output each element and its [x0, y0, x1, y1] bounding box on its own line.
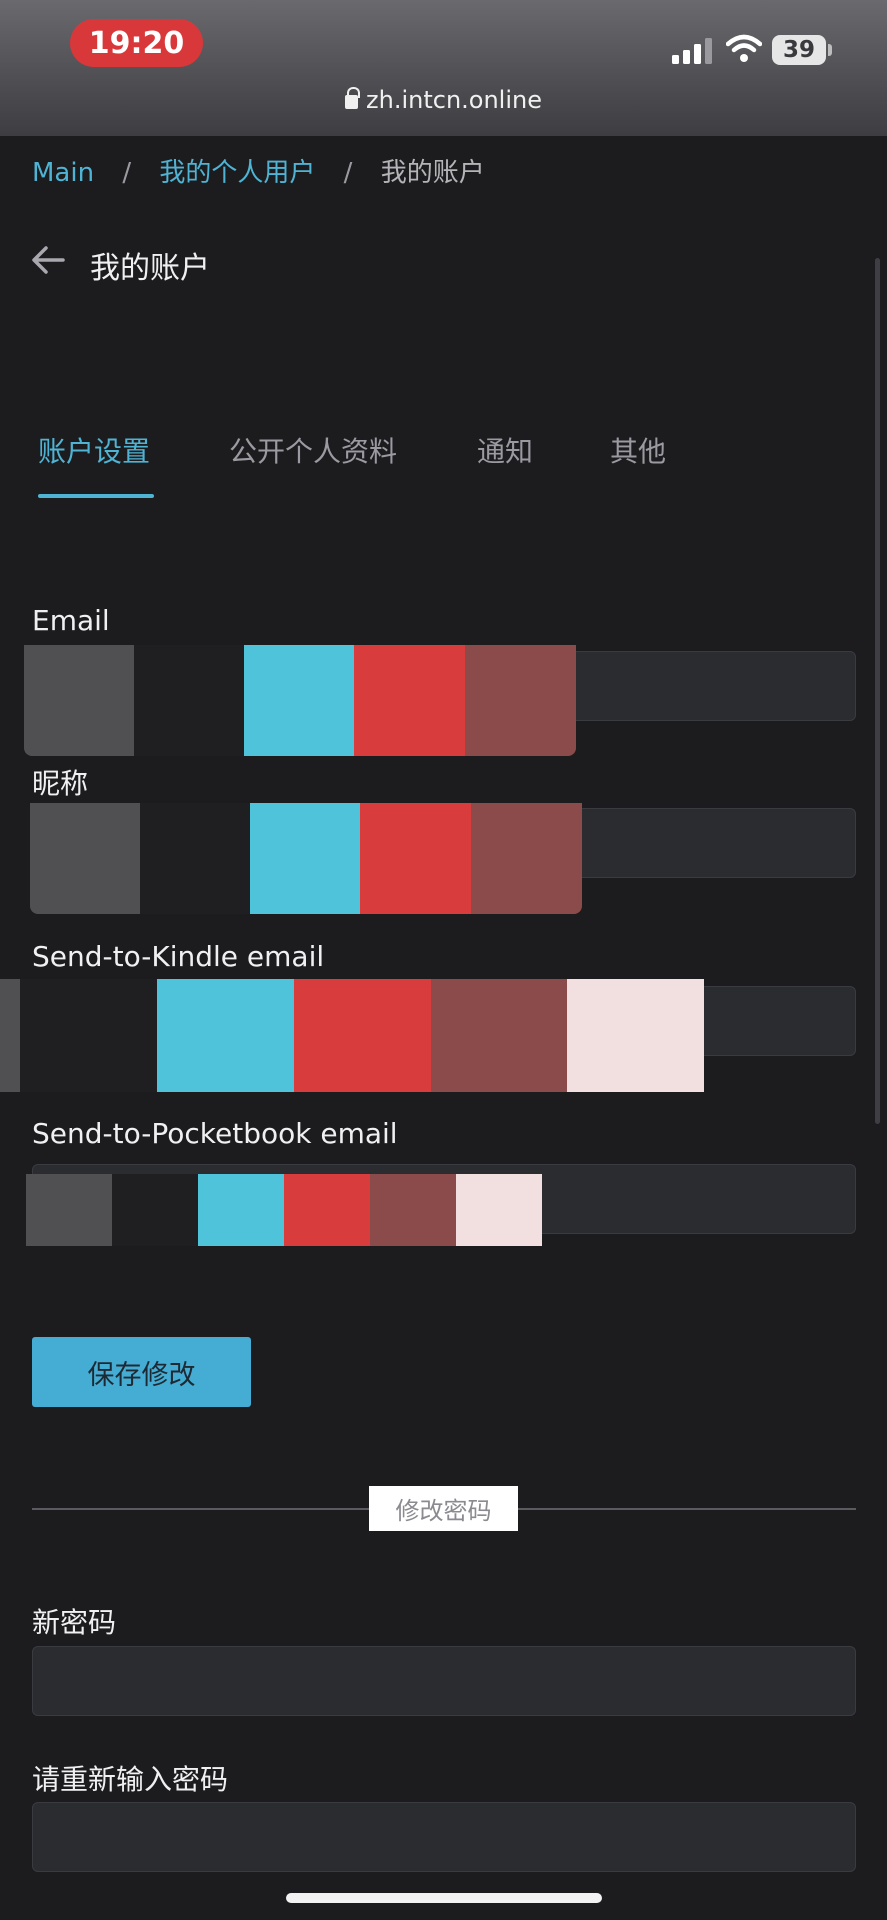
tab-notifications[interactable]: 通知: [477, 430, 533, 470]
breadcrumb-my-users[interactable]: 我的个人用户: [159, 158, 315, 188]
url-bar[interactable]: zh.intcn.online: [0, 86, 887, 114]
tab-public-profile[interactable]: 公开个人资料: [229, 430, 397, 470]
lock-icon: [345, 87, 361, 109]
page-title: 我的账户: [90, 251, 210, 286]
breadcrumb-main[interactable]: Main: [32, 158, 94, 188]
wifi-icon: [726, 34, 762, 62]
page: 19:20 39 zh.intcn.online Main / 我的个人用户 /…: [0, 0, 887, 1920]
breadcrumb: Main / 我的个人用户 / 我的账户: [32, 152, 485, 189]
battery-tip: [828, 44, 832, 56]
repeat-password-field[interactable]: [32, 1802, 856, 1872]
status-time[interactable]: 19:20: [70, 19, 203, 67]
redaction-overlay: [30, 803, 582, 914]
page-scrollbar[interactable]: [875, 258, 880, 1124]
active-tab-indicator: [38, 494, 154, 498]
arrow-left-icon[interactable]: [30, 245, 66, 275]
breadcrumb-separator: /: [122, 158, 132, 188]
url-text: zh.intcn.online: [366, 86, 542, 114]
new-password-field[interactable]: [32, 1646, 856, 1716]
kindle-email-label: Send-to-Kindle email: [32, 940, 325, 973]
pocketbook-email-label: Send-to-Pocketbook email: [32, 1117, 398, 1150]
nickname-label: 昵称: [32, 767, 89, 800]
new-password-label: 新密码: [32, 1606, 117, 1639]
battery-indicator: 39: [772, 35, 826, 65]
cellular-signal-icon: [672, 38, 712, 64]
tab-bar: 账户设置 公开个人资料 通知 其他: [38, 430, 858, 500]
breadcrumb-current: 我的账户: [380, 158, 485, 188]
repeat-password-label: 请重新输入密码: [32, 1763, 229, 1796]
change-password-heading: 修改密码: [369, 1486, 518, 1531]
tab-account-settings[interactable]: 账户设置: [38, 430, 150, 470]
redaction-overlay: [0, 979, 704, 1092]
home-indicator[interactable]: [286, 1893, 602, 1903]
redaction-overlay: [26, 1174, 542, 1246]
email-label: Email: [32, 604, 110, 637]
redaction-overlay: [24, 645, 576, 756]
breadcrumb-separator: /: [343, 158, 353, 188]
status-bar: 19:20 39 zh.intcn.online: [0, 0, 887, 136]
tab-other[interactable]: 其他: [610, 430, 666, 470]
save-changes-button[interactable]: 保存修改: [32, 1337, 251, 1407]
